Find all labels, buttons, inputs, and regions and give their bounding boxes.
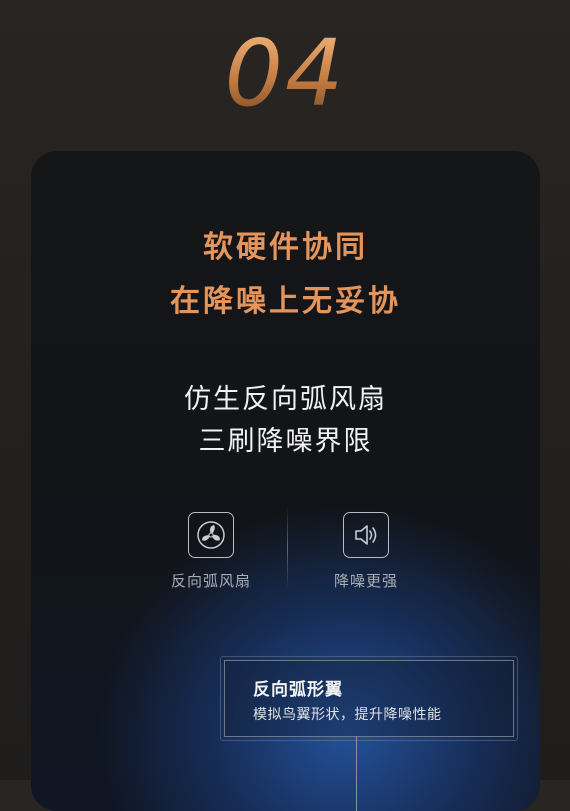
headline-line-1: 软硬件协同: [203, 230, 368, 265]
feature-divider: [287, 507, 288, 589]
feature-card: 软硬件协同 在降噪上无妥协 仿生反向弧风扇 三刷降噪界限 反向弧风扇 降噪更强 …: [31, 151, 540, 811]
callout-box: 反向弧形翼 模拟鸟翼形状，提升降噪性能: [220, 656, 518, 741]
callout-desc: 模拟鸟翼形状，提升降噪性能: [253, 707, 442, 723]
speaker-icon: [343, 512, 389, 558]
card-subhead: 仿生反向弧风扇 三刷降噪界限: [31, 379, 540, 463]
subhead-line-1: 仿生反向弧风扇: [184, 384, 387, 415]
headline-line-2: 在降噪上无妥协: [170, 284, 401, 319]
feature-fan-label: 反向弧风扇: [170, 572, 251, 590]
fan-icon: [188, 512, 234, 558]
subhead-line-2: 三刷降噪界限: [198, 426, 373, 457]
feature-fan: 反向弧风扇: [141, 512, 281, 591]
feature-noise: 降噪更强: [296, 512, 436, 591]
callout-leader-line: [356, 736, 357, 811]
section-number: 04: [0, 28, 570, 120]
feature-noise-label: 降噪更强: [333, 572, 398, 590]
card-headline: 软硬件协同 在降噪上无妥协: [31, 221, 540, 329]
callout-title: 反向弧形翼: [253, 680, 343, 700]
